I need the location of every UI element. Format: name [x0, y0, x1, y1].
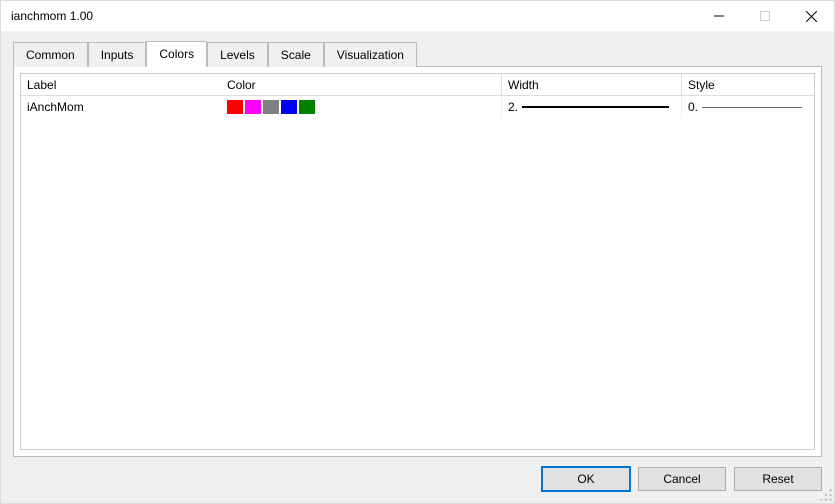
minimize-icon [714, 11, 724, 21]
dialog-buttons: OK Cancel Reset [13, 457, 822, 491]
dialog-window: ianchmom 1.00 Common Inputs Colors Level… [0, 0, 835, 504]
tab-panel-colors: Label Color Width Style iAnchMom [13, 66, 822, 457]
tab-label: Inputs [101, 48, 134, 62]
tab-levels[interactable]: Levels [207, 42, 268, 67]
cancel-button[interactable]: Cancel [638, 467, 726, 491]
tab-scale[interactable]: Scale [268, 42, 324, 67]
color-swatch[interactable] [227, 100, 243, 114]
title-bar: ianchmom 1.00 [1, 1, 834, 31]
tab-label: Visualization [337, 48, 404, 62]
cell-label: iAnchMom [21, 96, 221, 118]
tab-inputs[interactable]: Inputs [88, 42, 147, 67]
reset-button[interactable]: Reset [734, 467, 822, 491]
tab-visualization[interactable]: Visualization [324, 42, 417, 67]
tab-label: Common [26, 48, 75, 62]
window-title: ianchmom 1.00 [11, 9, 93, 23]
colors-grid: Label Color Width Style iAnchMom [20, 73, 815, 450]
grid-row[interactable]: iAnchMom 2. [21, 96, 814, 118]
dialog-content: Common Inputs Colors Levels Scale Visual… [1, 31, 834, 503]
header-width: Width [501, 74, 681, 95]
color-swatch[interactable] [245, 100, 261, 114]
tab-label: Levels [220, 48, 255, 62]
minimize-button[interactable] [696, 1, 742, 31]
width-value: 2. [508, 100, 518, 114]
header-label: Label [21, 74, 221, 95]
window-controls [696, 1, 834, 31]
header-style: Style [681, 74, 814, 95]
header-color: Color [221, 74, 501, 95]
close-icon [806, 11, 817, 22]
color-swatch[interactable] [281, 100, 297, 114]
grid-header: Label Color Width Style [21, 74, 814, 96]
tab-common[interactable]: Common [13, 42, 88, 67]
maximize-button [742, 1, 788, 31]
maximize-icon [760, 11, 770, 21]
color-swatch[interactable] [263, 100, 279, 114]
cell-style[interactable]: 0. [681, 96, 814, 118]
tab-strip: Common Inputs Colors Levels Scale Visual… [13, 40, 822, 66]
tab-label: Scale [281, 48, 311, 62]
ok-button[interactable]: OK [542, 467, 630, 491]
tab-label: Colors [159, 47, 194, 61]
tab-container: Common Inputs Colors Levels Scale Visual… [13, 40, 822, 457]
cell-width[interactable]: 2. [501, 96, 681, 118]
tab-colors[interactable]: Colors [146, 41, 207, 67]
color-swatch[interactable] [299, 100, 315, 114]
close-button[interactable] [788, 1, 834, 31]
style-sample-line [702, 107, 802, 108]
style-value: 0. [688, 100, 698, 114]
color-swatches [227, 100, 315, 114]
width-sample-line [522, 106, 669, 108]
resize-grip-icon[interactable] [819, 488, 833, 502]
cell-color[interactable] [221, 96, 501, 118]
